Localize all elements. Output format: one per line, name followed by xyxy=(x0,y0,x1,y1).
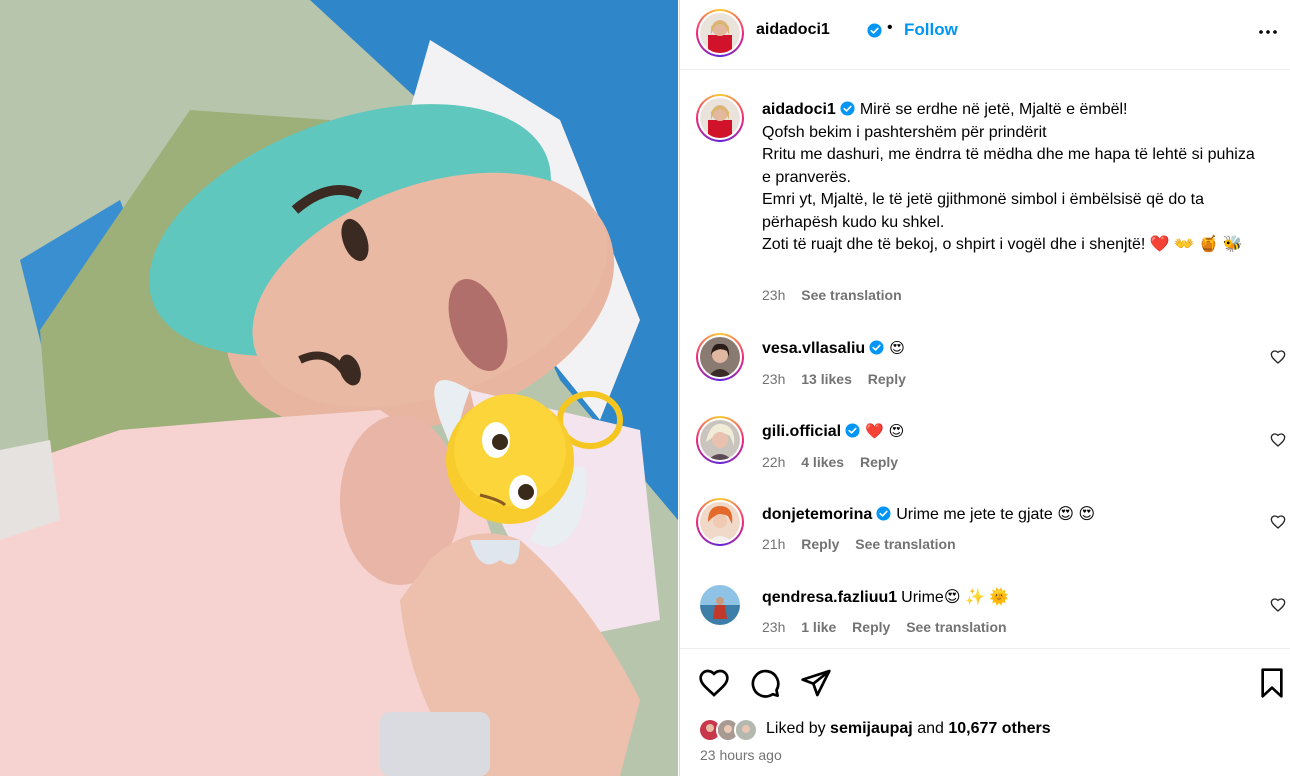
like-heart-icon[interactable] xyxy=(698,667,730,699)
like-comment-heart-icon[interactable] xyxy=(1270,349,1286,365)
caption-time: 23h xyxy=(762,287,786,303)
see-translation-button[interactable]: See translation xyxy=(855,536,955,552)
verified-badge-icon xyxy=(840,101,855,116)
post-actions: Liked by semijaupaj and 10,677 others 23… xyxy=(680,648,1290,776)
comment-likes[interactable]: 13 likes xyxy=(801,371,852,387)
caption-meta: 23h See translation xyxy=(762,287,902,303)
liked-by-text: Liked by semijaupaj and 10,677 others xyxy=(766,720,1051,738)
verified-badge-icon xyxy=(869,340,884,355)
reply-button[interactable]: Reply xyxy=(860,454,898,470)
liked-by-and: and xyxy=(917,720,944,737)
reply-button[interactable]: Reply xyxy=(868,371,906,387)
comment-username[interactable]: vesa.vllasaliu xyxy=(762,340,865,357)
author-username[interactable]: aidadoci1 xyxy=(756,21,830,39)
comment-text: ❤️ 😍 xyxy=(865,422,905,440)
post-time[interactable]: 23 hours ago xyxy=(700,747,782,763)
verified-badge-icon xyxy=(876,506,891,521)
like-comment-heart-icon[interactable] xyxy=(1270,432,1286,448)
liker-avatar[interactable] xyxy=(734,718,758,742)
caption-line: Zoti të ruajt dhe të bekoj, o shpirt i v… xyxy=(762,236,1243,253)
see-translation-button[interactable]: See translation xyxy=(801,287,901,303)
comment-username[interactable]: donjetemorina xyxy=(762,506,872,523)
reply-button[interactable]: Reply xyxy=(852,619,890,635)
comment-item: vesa.vllasaliu 😍 23h 13 likes Reply xyxy=(680,333,1290,413)
caption-avatar[interactable] xyxy=(696,94,744,142)
verified-badge-icon xyxy=(845,423,860,438)
like-comment-heart-icon[interactable] xyxy=(1270,514,1286,530)
comment-time: 22h xyxy=(762,454,786,470)
verified-badge-icon xyxy=(867,23,882,38)
comment-time: 23h xyxy=(762,371,786,387)
like-comment-heart-icon[interactable] xyxy=(1270,597,1286,613)
comment-likes[interactable]: 4 likes xyxy=(801,454,844,470)
caption-line: Mirë se erdhe në jetë, Mjaltë e ëmbël! xyxy=(859,101,1128,118)
comment-text: Urime😍 ✨ 🌞 xyxy=(901,589,1010,606)
comment-time: 23h xyxy=(762,619,786,635)
commenter-avatar[interactable] xyxy=(696,498,744,546)
save-bookmark-icon[interactable] xyxy=(1256,667,1288,699)
post-header: aidadoci1 • Follow xyxy=(680,0,1290,70)
separator-dot: • xyxy=(887,19,893,36)
comment-text: 😍 xyxy=(889,339,905,357)
comment-time: 21h xyxy=(762,536,786,552)
post-photo-illustration xyxy=(0,0,678,776)
comment-username[interactable]: gili.official xyxy=(762,423,841,440)
author-avatar[interactable] xyxy=(696,9,744,57)
caption-line: Emri yt, Mjaltë, le të jetë gjithmonë si… xyxy=(762,191,1204,231)
comment-username[interactable]: qendresa.fazliuu1 xyxy=(762,589,897,606)
post-photo[interactable] xyxy=(0,0,678,776)
caption-text: aidadoci1 Mirë se erdhe në jetë, Mjaltë … xyxy=(762,99,1262,257)
commenter-avatar[interactable] xyxy=(696,333,744,381)
see-translation-button[interactable]: See translation xyxy=(906,619,1006,635)
more-options-icon[interactable] xyxy=(1256,20,1280,44)
liked-by-user-link[interactable]: semijaupaj xyxy=(830,720,913,737)
liked-by-prefix: Liked by xyxy=(766,720,826,737)
comment-item: gili.official ❤️ 😍 22h 4 likes Reply xyxy=(680,416,1290,496)
comment-text: Urime me jete te gjate 😍 😍 xyxy=(896,506,1095,523)
comment-likes[interactable]: 1 like xyxy=(801,619,836,635)
caption-line: Rritu me dashuri, me ëndrra të mëdha dhe… xyxy=(762,146,1255,186)
comments-section[interactable]: aidadoci1 Mirë se erdhe në jetë, Mjaltë … xyxy=(680,71,1290,648)
reply-button[interactable]: Reply xyxy=(801,536,839,552)
post-panel: aidadoci1 • Follow aidadoci1 Mirë se erd… xyxy=(679,0,1290,776)
caption-line: Qofsh bekim i pashtershëm për prindërit xyxy=(762,123,1047,141)
likes-count-link[interactable]: 10,677 others xyxy=(948,720,1050,737)
comment-item: qendresa.fazliuu1 Urime😍 ✨ 🌞 23h 1 like R… xyxy=(680,581,1290,648)
comment-item: donjetemorina Urime me jete te gjate 😍 😍… xyxy=(680,498,1290,578)
caption-username[interactable]: aidadoci1 xyxy=(762,101,836,118)
commenter-avatar[interactable] xyxy=(696,416,744,464)
share-send-icon[interactable] xyxy=(800,667,832,699)
comment-icon[interactable] xyxy=(749,667,781,699)
follow-button[interactable]: Follow xyxy=(904,20,958,40)
commenter-avatar[interactable] xyxy=(700,585,740,625)
